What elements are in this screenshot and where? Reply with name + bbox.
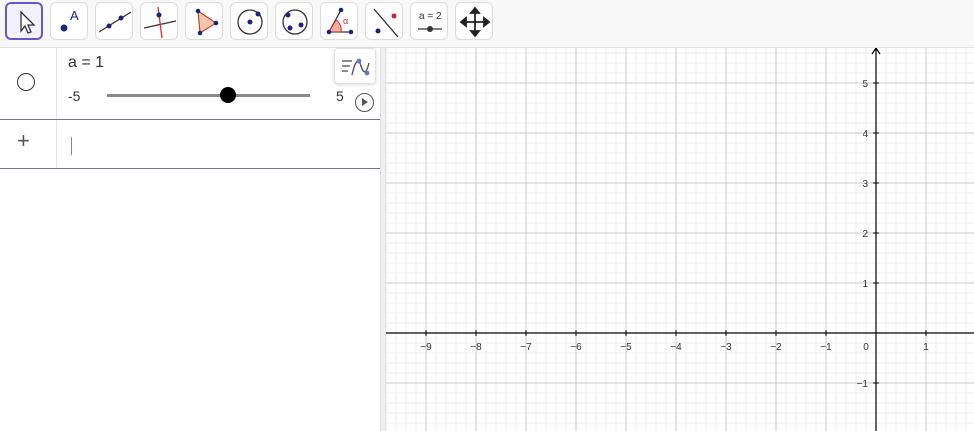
y-tick-label: 2 [862, 229, 868, 240]
input-gutter [56, 120, 57, 168]
arrow-cursor-icon [20, 10, 36, 34]
polygon-tool-button[interactable] [185, 2, 223, 40]
x-tick-label: −7 [520, 342, 532, 353]
y-tick-label: 4 [862, 129, 868, 140]
move-tool-button[interactable] [5, 2, 43, 40]
perpendicular-line-icon [143, 6, 177, 39]
toolbar: A α a = 2 [0, 0, 974, 48]
visibility-toggle[interactable] [17, 73, 35, 91]
line-icon [98, 11, 132, 33]
slider-max-label: 5 [336, 88, 344, 104]
y-tick-label: −1 [857, 379, 869, 390]
graphics-view[interactable]: −9 −8 −7 −6 −5 −4 −3 −2 −1 0 1 5 4 3 2 1 −1 [386, 48, 974, 431]
x-tick-label: 1 [923, 342, 929, 353]
slider-thumb[interactable] [220, 87, 236, 103]
point-tool-label: A [70, 8, 79, 23]
reflect-tool-button[interactable] [365, 2, 403, 40]
row-separator [0, 168, 380, 169]
angle-tool-label: α [343, 16, 348, 26]
x-tick-label: −5 [620, 342, 632, 353]
point-tool-button[interactable]: A [50, 2, 88, 40]
x-tick-label: −1 [820, 342, 832, 353]
x-tick-label: 0 [863, 342, 869, 353]
x-tick-label: −3 [720, 342, 732, 353]
algebra-view: a = 1 -5 5 + [0, 48, 380, 431]
algebra-style-button[interactable] [334, 48, 376, 84]
slider-tool-label: a = 2 [419, 11, 442, 22]
x-tick-label: −4 [670, 342, 682, 353]
circle-center-point-tool-button[interactable] [230, 2, 268, 40]
slider-track[interactable] [107, 94, 310, 97]
slider-min-label: -5 [68, 88, 81, 104]
y-tick-label: 5 [862, 79, 868, 90]
x-tick-label: −6 [570, 342, 582, 353]
y-tick-label: 1 [862, 279, 868, 290]
slider-expression[interactable]: a = 1 [68, 54, 104, 72]
circle-center-icon [237, 9, 263, 35]
reflect-icon [373, 8, 399, 38]
x-tick-label: −9 [420, 342, 432, 353]
x-tick-label: −2 [770, 342, 782, 353]
line-tool-button[interactable] [95, 2, 133, 40]
row-separator [0, 119, 380, 120]
slider-tool-button[interactable]: a = 2 [410, 2, 448, 40]
input-bar[interactable] [71, 137, 72, 155]
polygon-icon [195, 8, 219, 36]
move-arrows-icon [459, 6, 491, 38]
move-graphics-view-tool-button[interactable] [455, 2, 493, 40]
x-tick-label: −8 [470, 342, 482, 353]
coordinate-grid: −9 −8 −7 −6 −5 −4 −3 −2 −1 0 1 5 4 3 2 1 −1 [386, 48, 974, 431]
circle-three-points-tool-button[interactable] [275, 2, 313, 40]
perpendicular-line-tool-button[interactable] [140, 2, 178, 40]
slider-icon: a = 2 [418, 11, 442, 32]
add-item-icon[interactable]: + [17, 130, 30, 152]
point-icon: A [60, 8, 79, 32]
y-tick-label: 3 [862, 179, 868, 190]
play-animation-button[interactable] [355, 93, 374, 112]
algebra-description-icon [342, 58, 370, 76]
circle-three-points-icon [282, 9, 308, 35]
angle-icon: α [326, 7, 354, 35]
angle-tool-button[interactable]: α [320, 2, 358, 40]
